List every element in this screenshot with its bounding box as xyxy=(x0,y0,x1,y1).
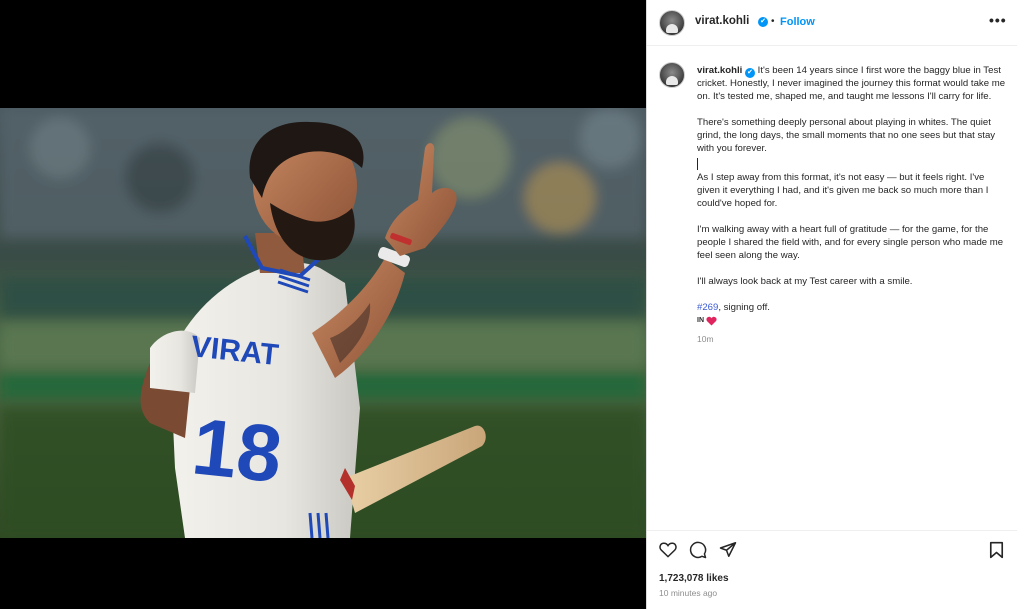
separator-dot: • xyxy=(771,16,775,27)
flag-heart-line: IN xyxy=(697,314,1007,327)
viewport-edge xyxy=(1017,0,1024,609)
caption-paragraph-4: I'm walking away with a heart full of gr… xyxy=(697,224,1004,261)
verified-badge-icon: ✔ xyxy=(758,17,768,27)
jersey-number: 18 xyxy=(188,401,286,499)
post-details-panel: virat.kohli ✔ • Follow ••• virat.kohli ✔… xyxy=(647,0,1017,609)
caption-paragraph-3: As I step away from this format, it's no… xyxy=(697,172,989,209)
likes-count[interactable]: 1,723,078 likes xyxy=(659,573,729,584)
author-username[interactable]: virat.kohli xyxy=(695,15,749,27)
author-avatar[interactable] xyxy=(659,10,685,36)
hashtag-link[interactable]: #269 xyxy=(697,302,718,313)
post-timestamp: 10 minutes ago xyxy=(659,588,718,598)
post-caption: virat.kohli ✔ It's been 14 years since I… xyxy=(697,64,1007,346)
paper-plane-icon[interactable] xyxy=(719,541,737,558)
cricketer-photo: VIRAT 18 xyxy=(0,108,646,538)
red-heart-icon xyxy=(706,316,717,326)
caption-paragraph-2: There's something deeply personal about … xyxy=(697,117,996,154)
caption-author-avatar[interactable] xyxy=(659,62,685,88)
post-header: virat.kohli ✔ • Follow ••• xyxy=(647,0,1017,46)
caption-username[interactable]: virat.kohli xyxy=(697,65,742,76)
more-options-icon[interactable]: ••• xyxy=(989,12,1007,28)
caption-verified-badge-icon: ✔ xyxy=(745,68,755,78)
caption-age: 10m xyxy=(697,334,714,344)
bookmark-icon[interactable] xyxy=(989,541,1004,559)
follow-button[interactable]: Follow xyxy=(780,16,815,28)
post-media[interactable]: VIRAT 18 xyxy=(0,0,647,609)
caption-signoff: , signing off. xyxy=(718,302,770,313)
heart-outline-icon[interactable] xyxy=(659,541,677,558)
text-cursor xyxy=(697,158,698,170)
comment-bubble-icon[interactable] xyxy=(689,541,707,559)
action-bar: 1,723,078 likes 10 minutes ago xyxy=(647,530,1017,610)
post-viewer: VIRAT 18 virat.kohli ✔ • Follow ••• vira… xyxy=(0,0,1024,609)
caption-paragraph-5: I'll always look back at my Test career … xyxy=(697,276,913,287)
flag-text: IN xyxy=(697,317,704,324)
post-photo[interactable]: VIRAT 18 xyxy=(0,108,646,538)
caption-paragraph-1: It's been 14 years since I first wore th… xyxy=(697,65,1006,102)
